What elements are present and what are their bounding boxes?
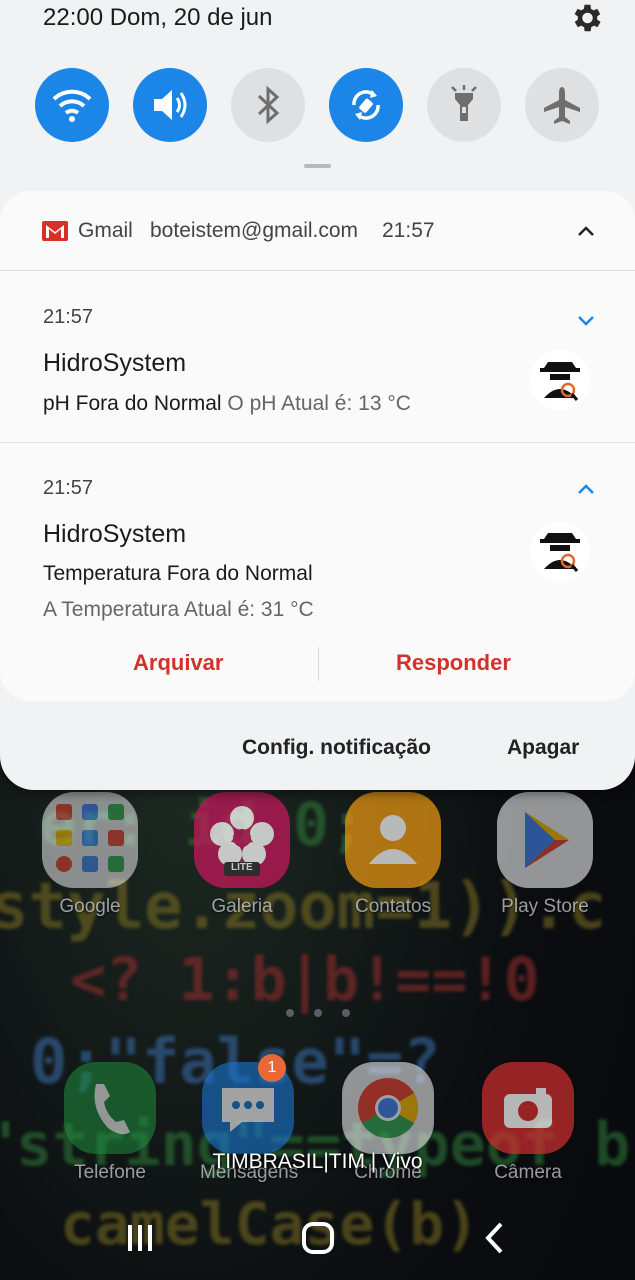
flashlight-icon xyxy=(451,85,477,121)
clear-all-button[interactable]: Apagar xyxy=(507,736,579,760)
back-icon xyxy=(485,1222,503,1254)
reply-button[interactable]: Responder xyxy=(396,650,511,676)
status-datetime: 22:00 Dom, 20 de jun xyxy=(43,4,273,31)
unread-badge: 1 xyxy=(258,1054,286,1082)
app-label: Galeria xyxy=(211,896,273,917)
app-label: Google xyxy=(59,896,121,917)
action-separator xyxy=(318,647,319,681)
detective-avatar-icon xyxy=(540,533,580,572)
gmail-icon xyxy=(42,221,68,241)
google-folder-icon xyxy=(42,792,138,888)
home-icon xyxy=(302,1222,334,1254)
back-button[interactable] xyxy=(465,1218,525,1258)
notification-time: 21:57 xyxy=(43,477,94,499)
app-google-folder[interactable]: Google xyxy=(42,792,138,918)
qs-rotate-toggle[interactable] xyxy=(329,68,403,142)
play-store-icon xyxy=(497,792,593,888)
notification-subject: pH Fora do Normal xyxy=(43,392,222,415)
account-email: boteistem@gmail.com xyxy=(150,219,359,242)
detective-avatar-icon xyxy=(540,362,580,401)
archive-button[interactable]: Arquivar xyxy=(133,650,223,676)
gallery-icon: LITE xyxy=(194,792,290,888)
app-gallery[interactable]: LITE Galeria xyxy=(194,792,290,918)
qs-airplane-toggle[interactable] xyxy=(525,68,599,142)
group-time: 21:57 xyxy=(382,219,435,242)
volume-icon xyxy=(154,90,187,120)
notification-shade: 22:00 Dom, 20 de jun Gmail boteistem@gma… xyxy=(0,0,635,790)
home-button[interactable] xyxy=(288,1218,348,1258)
gear-icon[interactable] xyxy=(568,0,604,36)
expand-chevron-icon[interactable] xyxy=(574,308,598,332)
phone-icon xyxy=(64,1062,156,1154)
recent-apps-icon xyxy=(128,1225,152,1251)
airplane-icon xyxy=(544,87,580,124)
app-label: Contatos xyxy=(354,896,432,917)
app-name: Gmail xyxy=(78,219,133,242)
qs-bluetooth-toggle[interactable] xyxy=(231,68,305,142)
carrier-label: TIMBRASIL|TIM | Vivo xyxy=(212,1150,423,1173)
collapse-chevron-icon[interactable] xyxy=(574,477,598,501)
bluetooth-icon xyxy=(257,86,280,124)
sender-avatar xyxy=(530,350,590,410)
notification-body: pH Fora do Normal O pH Atual é: 13 °C xyxy=(43,392,411,416)
app-contacts[interactable]: Contatos xyxy=(345,792,441,918)
notification-text: A Temperatura Atual é: 31 °C xyxy=(43,598,314,621)
notification-text: O pH Atual é: 13 °C xyxy=(227,392,411,415)
notification-item[interactable]: 21:57 HidroSystem pH Fora do Normal O pH… xyxy=(0,272,635,442)
gmail-notification-group: Gmail boteistem@gmail.com 21:57 21:57 Hi… xyxy=(0,191,635,701)
sender-avatar xyxy=(530,521,590,581)
notification-subject: Temperatura Fora do Normal xyxy=(43,562,313,585)
qs-wifi-toggle[interactable] xyxy=(35,68,109,142)
notification-time: 21:57 xyxy=(43,306,94,328)
page-indicator xyxy=(0,1004,635,1022)
navigation-bar xyxy=(0,1198,635,1280)
notification-title: HidroSystem xyxy=(43,520,187,548)
quick-settings-row xyxy=(0,68,635,142)
notification-group-header[interactable]: Gmail boteistem@gmail.com 21:57 xyxy=(0,191,635,271)
wifi-icon xyxy=(52,89,92,122)
gallery-lite-tag: LITE xyxy=(231,862,253,873)
app-play-store[interactable]: Play Store xyxy=(497,792,593,918)
chrome-icon xyxy=(342,1062,434,1154)
qs-flashlight-toggle[interactable] xyxy=(427,68,501,142)
collapse-chevron-icon[interactable] xyxy=(574,219,598,243)
contacts-icon xyxy=(345,792,441,888)
app-label: Play Store xyxy=(501,896,589,917)
notification-title: HidroSystem xyxy=(43,349,187,377)
recent-apps-button[interactable] xyxy=(110,1218,170,1258)
rotate-icon xyxy=(352,90,380,120)
notification-settings-button[interactable]: Config. notificação xyxy=(242,736,431,760)
qs-sound-toggle[interactable] xyxy=(133,68,207,142)
shade-drag-handle[interactable] xyxy=(304,164,331,168)
camera-icon xyxy=(482,1062,574,1154)
